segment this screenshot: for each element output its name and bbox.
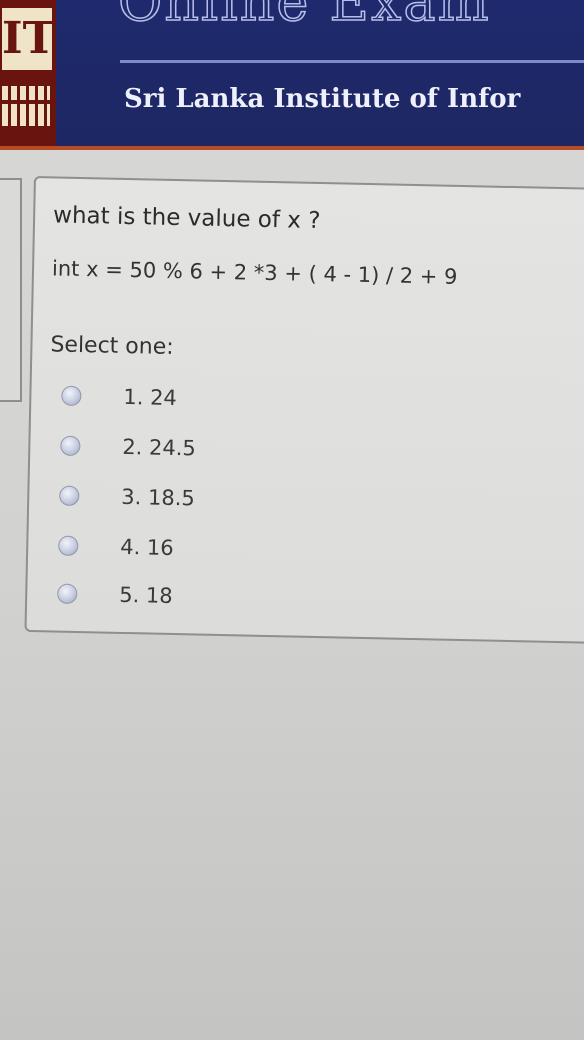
answer-option-label: 1. 24	[123, 384, 178, 411]
header-accent-line	[0, 146, 584, 150]
answer-option-label: 4. 16	[120, 534, 174, 561]
question-code: int x = 50 % 6 + 2 *3 + ( 4 - 1) / 2 + 9	[51, 256, 458, 289]
radio-button[interactable]	[60, 435, 81, 457]
institute-name: Sri Lanka Institute of Infor	[124, 84, 521, 114]
radio-button[interactable]	[58, 535, 79, 557]
answer-option-label: 5. 18	[118, 582, 173, 608]
site-header: IT Online Exam Sri Lanka Institute of In…	[0, 0, 584, 150]
question-card: what is the value of x ? int x = 50 % 6 …	[24, 176, 584, 644]
site-title: Online Exam	[117, 0, 491, 34]
radio-button[interactable]	[57, 583, 78, 604]
question-prompt: what is the value of x ?	[52, 202, 321, 235]
institute-logo: IT	[0, 0, 56, 146]
logo-text: IT	[2, 8, 55, 70]
logo-pattern	[2, 86, 50, 126]
select-one-label: Select one:	[50, 332, 174, 360]
answer-option-5[interactable]: 5. 18	[57, 577, 358, 617]
answer-option-label: 2. 24.5	[122, 434, 197, 461]
radio-button[interactable]	[61, 385, 82, 407]
quiz-navigation-box	[0, 178, 22, 402]
title-divider	[120, 60, 584, 63]
answer-option-3[interactable]: 3. 18.5	[59, 479, 360, 519]
answer-option-2[interactable]: 2. 24.5	[60, 429, 361, 469]
radio-button[interactable]	[59, 485, 80, 507]
answer-option-4[interactable]: 4. 16	[58, 529, 359, 569]
answer-option-label: 3. 18.5	[121, 484, 196, 511]
answer-option-1[interactable]: 1. 24	[61, 379, 362, 419]
